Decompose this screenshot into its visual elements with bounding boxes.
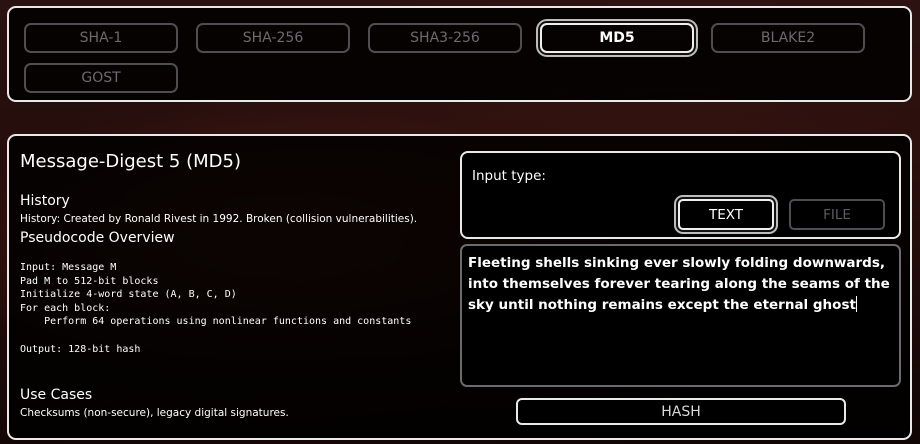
hash-button[interactable]: HASH [516, 398, 846, 425]
pseudocode-heading: Pseudocode Overview [20, 230, 175, 246]
algorithm-info-panel: Message-Digest 5 (MD5) History History: … [7, 134, 912, 440]
text-type-button[interactable]: TEXT [678, 199, 774, 230]
algorithm-selector-panel: SHA-1 SHA-256 SHA3-256 MD5 BLAKE2 GOST [7, 6, 912, 102]
algo-button-blake2[interactable]: BLAKE2 [711, 23, 865, 53]
message-text-value: Fleeting shells sinking ever slowly fold… [468, 255, 890, 313]
algo-button-sha3-256[interactable]: SHA3-256 [368, 23, 522, 53]
algo-button-md5[interactable]: MD5 [540, 23, 694, 53]
file-type-button[interactable]: FILE [789, 199, 885, 230]
algorithm-title: Message-Digest 5 (MD5) [20, 151, 241, 172]
input-type-box: Input type: TEXT FILE [460, 151, 901, 239]
algo-button-sha1[interactable]: SHA-1 [24, 23, 178, 53]
history-heading: History [20, 193, 70, 209]
input-type-label: Input type: [472, 168, 546, 184]
message-text-input[interactable]: Fleeting shells sinking ever slowly fold… [460, 244, 901, 387]
algo-button-gost[interactable]: GOST [24, 63, 178, 93]
pseudocode-block: Input: Message M Pad M to 512-bit blocks… [20, 262, 412, 355]
use-cases-text: Checksums (non-secure), legacy digital s… [20, 407, 289, 419]
text-caret [855, 296, 857, 312]
history-text: History: Created by Ronald Rivest in 199… [20, 213, 418, 225]
algo-button-sha256[interactable]: SHA-256 [196, 23, 350, 53]
use-cases-heading: Use Cases [20, 387, 93, 403]
